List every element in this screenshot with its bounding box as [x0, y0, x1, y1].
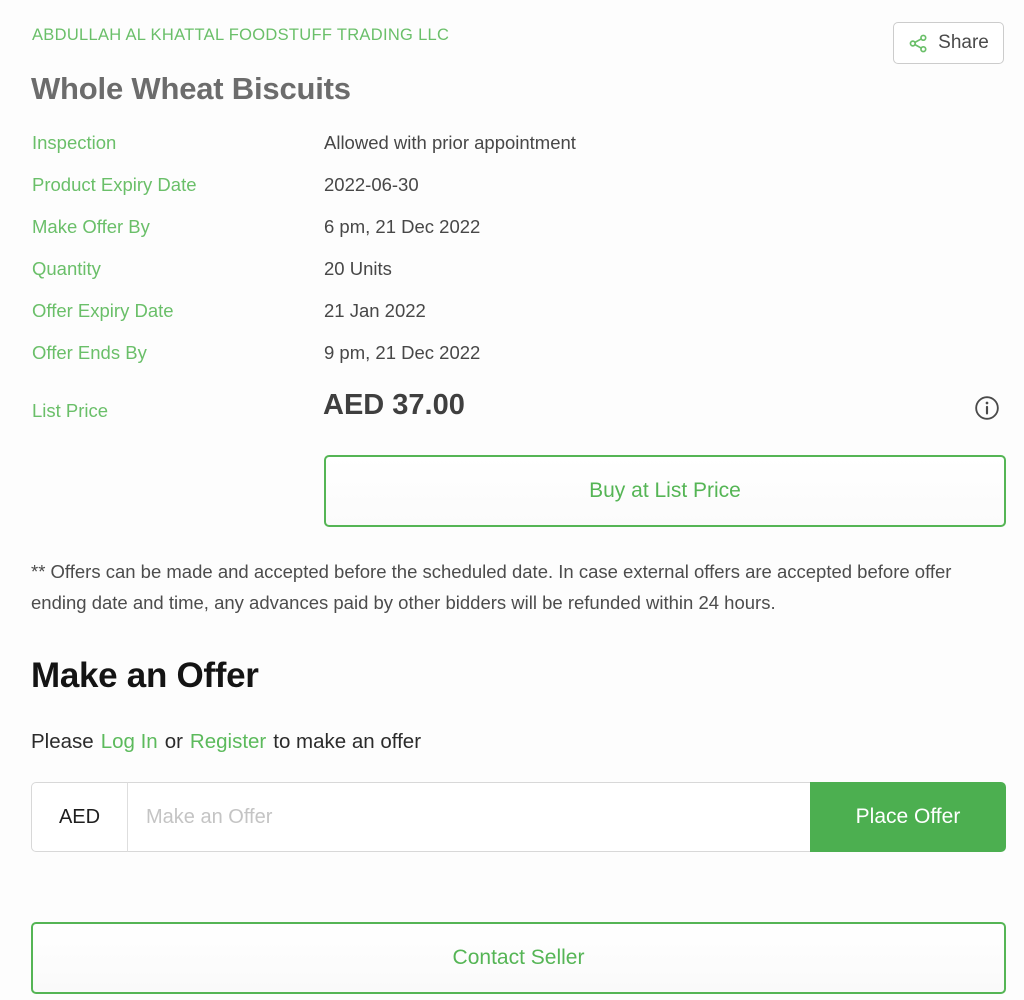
make-an-offer-heading: Make an Offer — [31, 656, 259, 695]
detail-label: Make Offer By — [32, 216, 150, 237]
prompt-suffix-text: to make an offer — [273, 730, 422, 753]
detail-row-offer-expiry-date: Offer Expiry Date 21 Jan 2022 — [0, 300, 1024, 342]
info-circle-icon[interactable] — [974, 395, 1000, 421]
offer-disclaimer-text: ** Offers can be made and accepted befor… — [31, 561, 952, 613]
list-price-value: AED 37.00 — [323, 389, 465, 421]
detail-row-product-expiry-date: Product Expiry Date 2022-06-30 — [0, 174, 1024, 216]
detail-label: Offer Expiry Date — [32, 300, 174, 321]
login-register-prompt: Please Log In or Register to make an offer — [31, 730, 421, 754]
buy-at-list-price-button[interactable]: Buy at List Price — [324, 455, 1006, 527]
prompt-separator-text: or — [164, 730, 183, 753]
prompt-prefix-text: Please — [31, 730, 94, 753]
list-price-label: List Price — [32, 400, 109, 421]
detail-row-quantity: Quantity 20 Units — [0, 258, 1024, 300]
detail-row-list-price: List Price AED 37.00 — [0, 389, 1024, 453]
share-nodes-icon — [908, 33, 929, 54]
detail-value: 9 pm, 21 Dec 2022 — [324, 342, 481, 363]
seller-company-name: ABDULLAH AL KHATTAL FOODSTUFF TRADING LL… — [32, 26, 450, 44]
detail-label: Product Expiry Date — [32, 174, 197, 195]
share-button[interactable]: Share — [893, 22, 1004, 64]
log-in-link[interactable]: Log In — [101, 730, 158, 753]
detail-label: Inspection — [32, 132, 117, 153]
detail-value: 2022-06-30 — [324, 174, 419, 195]
detail-value: 21 Jan 2022 — [324, 300, 426, 321]
contact-seller-button[interactable]: Contact Seller — [31, 922, 1006, 994]
detail-row-make-offer-by: Make Offer By 6 pm, 21 Dec 2022 — [0, 216, 1024, 258]
share-button-label: Share — [938, 32, 989, 53]
detail-label: Quantity — [32, 258, 101, 279]
make-offer-input[interactable] — [127, 782, 810, 852]
detail-row-inspection: Inspection Allowed with prior appointmen… — [0, 132, 1024, 174]
detail-row-offer-ends-by: Offer Ends By 9 pm, 21 Dec 2022 — [0, 342, 1024, 384]
detail-value: Allowed with prior appointment — [324, 132, 576, 153]
product-offer-page: ABDULLAH AL KHATTAL FOODSTUFF TRADING LL… — [0, 0, 1024, 1000]
register-link[interactable]: Register — [190, 730, 266, 753]
currency-prefix-label: AED — [31, 782, 127, 852]
detail-value: 6 pm, 21 Dec 2022 — [324, 216, 481, 237]
detail-label: Offer Ends By — [32, 342, 147, 363]
place-offer-button[interactable]: Place Offer — [810, 782, 1006, 852]
make-offer-input-row: AED Place Offer — [31, 782, 1006, 852]
page-header: ABDULLAH AL KHATTAL FOODSTUFF TRADING LL… — [0, 0, 1024, 122]
page-title: Whole Wheat Biscuits — [31, 71, 351, 106]
product-details-list: Inspection Allowed with prior appointmen… — [0, 132, 1024, 453]
detail-value: 20 Units — [324, 258, 392, 279]
